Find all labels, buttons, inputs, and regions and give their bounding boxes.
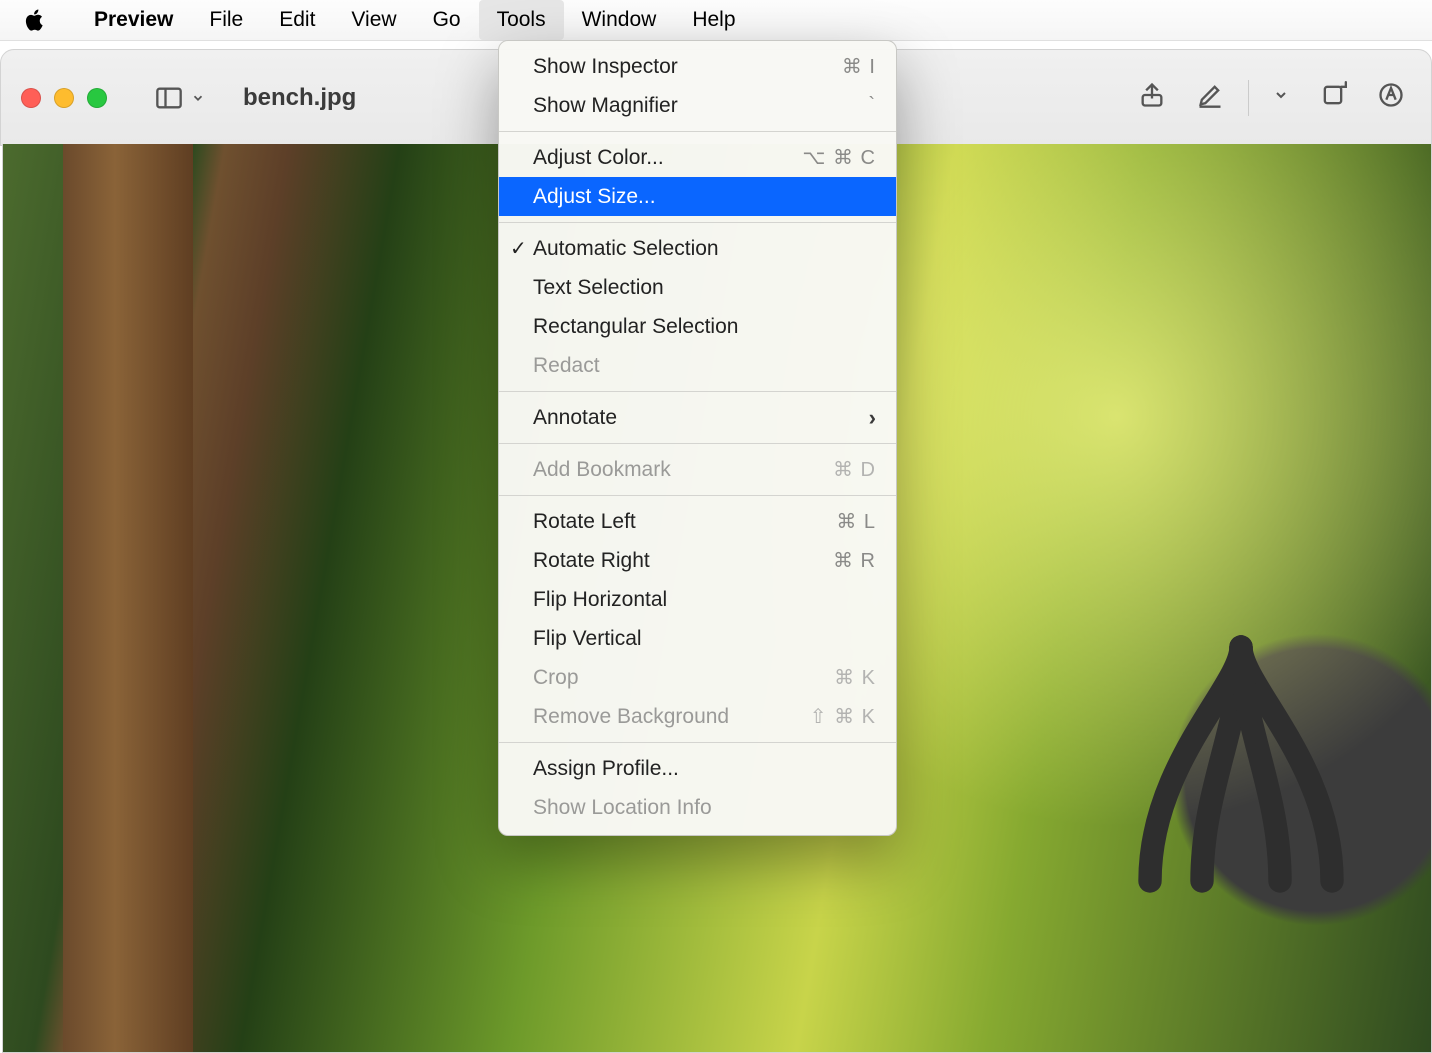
menu-item-shortcut: ⌘ I: [842, 54, 876, 79]
share-icon: [1138, 81, 1166, 109]
menu-item-label: Text Selection: [533, 276, 876, 300]
menu-divider: [499, 222, 896, 223]
menu-item-remove-background: Remove Background⇧ ⌘ K: [499, 697, 896, 736]
menu-item-redact: Redact: [499, 346, 896, 385]
zoom-window-button[interactable]: [87, 88, 107, 108]
menu-item-label: Assign Profile...: [533, 757, 876, 781]
traffic-lights: [21, 88, 107, 108]
menu-item-shortcut: ⌘ R: [833, 548, 876, 573]
menu-item-shortcut: ⇧ ⌘ K: [810, 704, 876, 729]
menu-item-assign-profile[interactable]: Assign Profile...: [499, 749, 896, 788]
toolbar-dropdown-button[interactable]: [1267, 81, 1295, 114]
menu-item-rotate-right[interactable]: Rotate Right⌘ R: [499, 541, 896, 580]
close-window-button[interactable]: [21, 88, 41, 108]
rotate-icon: [1319, 81, 1347, 109]
menu-help[interactable]: Help: [674, 0, 753, 40]
window-title: bench.jpg: [243, 84, 356, 112]
menu-item-rectangular-selection[interactable]: Rectangular Selection: [499, 307, 896, 346]
checkmark-icon: ✓: [510, 236, 527, 261]
menu-item-text-selection[interactable]: Text Selection: [499, 268, 896, 307]
menu-item-show-magnifier[interactable]: Show Magnifier`: [499, 86, 896, 125]
menu-item-label: Rectangular Selection: [533, 315, 876, 339]
menu-file[interactable]: File: [191, 0, 261, 40]
menu-item-show-location-info: Show Location Info: [499, 788, 896, 827]
arch-sculpture-region: [1111, 624, 1371, 904]
toolbar-separator: [1248, 80, 1249, 116]
menu-item-shortcut: ⌥ ⌘ C: [802, 145, 876, 170]
menu-item-automatic-selection[interactable]: ✓Automatic Selection: [499, 229, 896, 268]
menu-item-label: Crop: [533, 666, 834, 690]
menu-tools[interactable]: Tools: [479, 0, 564, 40]
markup-button[interactable]: [1190, 75, 1230, 120]
menu-item-label: Adjust Color...: [533, 146, 802, 170]
menu-item-rotate-left[interactable]: Rotate Left⌘ L: [499, 502, 896, 541]
menu-item-label: Show Location Info: [533, 796, 876, 820]
menu-view[interactable]: View: [333, 0, 414, 40]
menu-item-label: Remove Background: [533, 705, 810, 729]
menu-item-shortcut: ⌘ D: [833, 457, 876, 482]
annotate-icon: [1377, 81, 1405, 109]
menu-item-show-inspector[interactable]: Show Inspector⌘ I: [499, 47, 896, 86]
menu-item-label: Redact: [533, 354, 876, 378]
menu-divider: [499, 391, 896, 392]
menu-divider: [499, 443, 896, 444]
pencil-icon: [1196, 81, 1224, 109]
menu-item-annotate[interactable]: Annotate›: [499, 398, 896, 437]
chevron-down-icon: [191, 91, 205, 105]
menu-divider: [499, 131, 896, 132]
menu-item-crop: Crop⌘ K: [499, 658, 896, 697]
menu-item-shortcut: ⌘ L: [836, 509, 876, 534]
menu-divider: [499, 495, 896, 496]
annotate-toolbar-button[interactable]: [1371, 75, 1411, 120]
apple-logo-icon[interactable]: [22, 7, 48, 33]
menu-item-label: Adjust Size...: [533, 185, 876, 209]
menu-edit[interactable]: Edit: [261, 0, 333, 40]
menu-go[interactable]: Go: [415, 0, 479, 40]
menu-item-label: Show Magnifier: [533, 94, 868, 118]
menu-item-shortcut: ⌘ K: [834, 665, 876, 690]
rotate-button[interactable]: [1313, 75, 1353, 120]
menu-divider: [499, 742, 896, 743]
menu-item-label: Rotate Left: [533, 510, 836, 534]
menu-item-adjust-size[interactable]: Adjust Size...: [499, 177, 896, 216]
menu-item-flip-horizontal[interactable]: Flip Horizontal: [499, 580, 896, 619]
menu-item-flip-vertical[interactable]: Flip Vertical: [499, 619, 896, 658]
sidebar-toggle-button[interactable]: [155, 84, 205, 112]
menu-item-label: Rotate Right: [533, 549, 833, 573]
menu-item-label: Add Bookmark: [533, 458, 833, 482]
menu-item-add-bookmark: Add Bookmark⌘ D: [499, 450, 896, 489]
menu-item-label: Flip Horizontal: [533, 588, 876, 612]
menu-item-label: Show Inspector: [533, 55, 842, 79]
minimize-window-button[interactable]: [54, 88, 74, 108]
sidebar-icon: [155, 84, 183, 112]
chevron-down-icon: [1273, 87, 1289, 103]
menu-app-name[interactable]: Preview: [76, 0, 191, 40]
tree-bark-region: [63, 144, 193, 1052]
menu-item-label: Automatic Selection: [533, 237, 876, 261]
menu-window[interactable]: Window: [564, 0, 675, 40]
menubar: Preview File Edit View Go Tools Window H…: [0, 0, 1432, 41]
menu-item-adjust-color[interactable]: Adjust Color...⌥ ⌘ C: [499, 138, 896, 177]
menu-item-shortcut: `: [868, 94, 876, 117]
share-button[interactable]: [1132, 75, 1172, 120]
menu-item-label: Flip Vertical: [533, 627, 876, 651]
tools-dropdown-menu: Show Inspector⌘ IShow Magnifier`Adjust C…: [498, 40, 897, 836]
chevron-right-icon: ›: [869, 405, 876, 431]
menu-item-label: Annotate: [533, 406, 869, 430]
